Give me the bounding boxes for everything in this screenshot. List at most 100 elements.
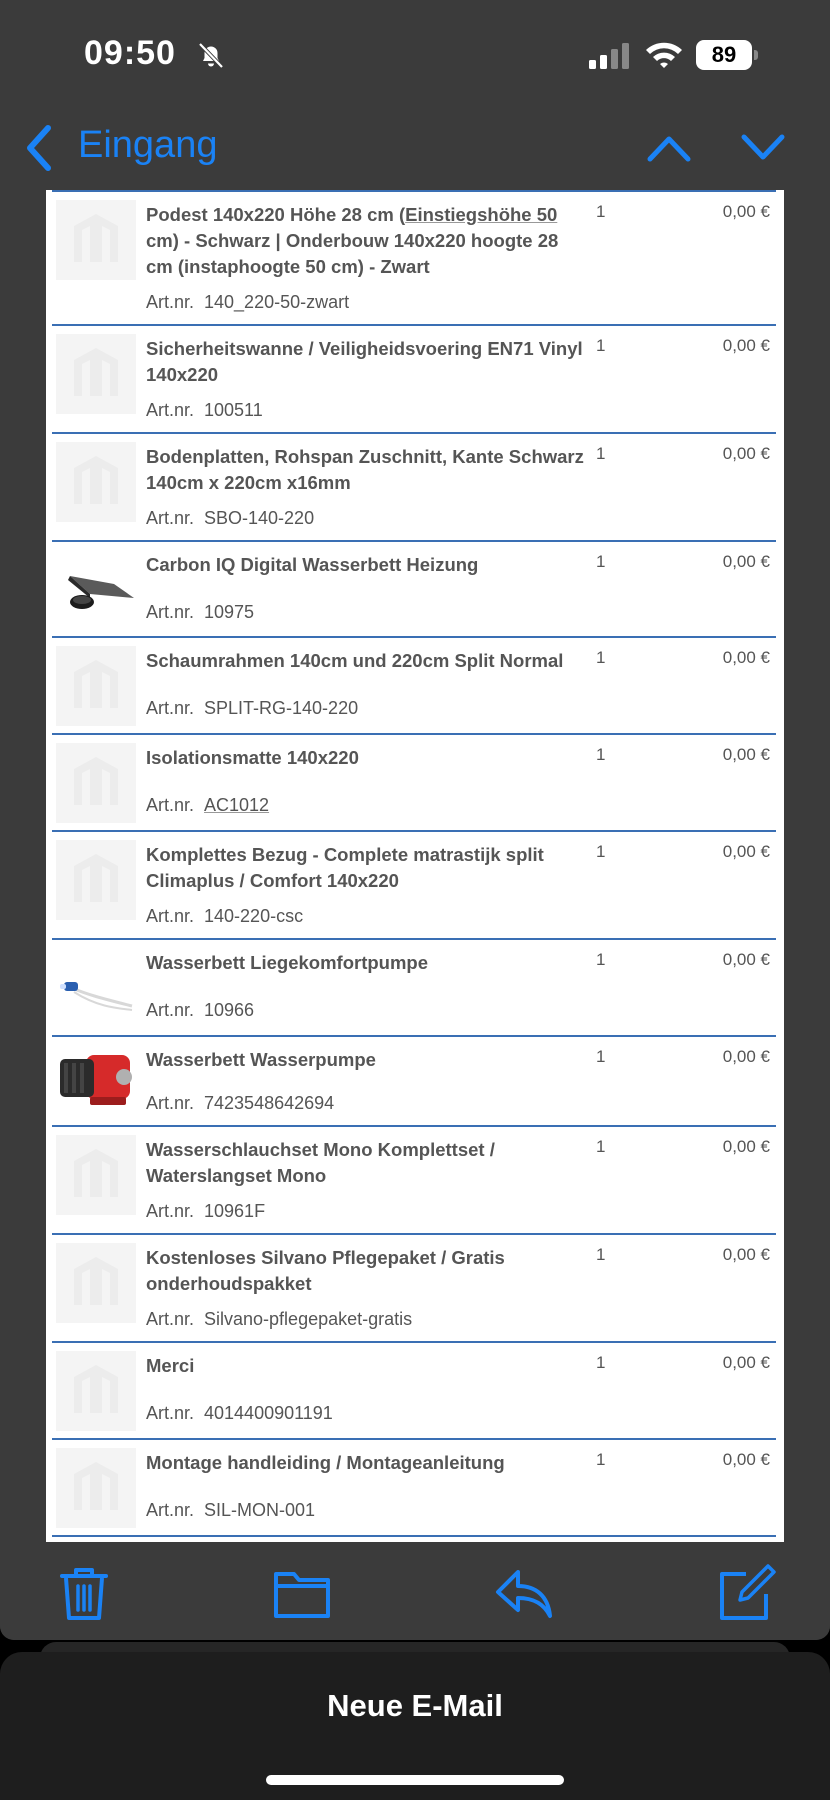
item-price: 0,00 € — [722, 950, 770, 969]
placeholder-logo-icon — [56, 840, 136, 920]
battery-indicator: 89 — [696, 40, 758, 70]
clock: 09:50 — [84, 34, 176, 72]
item-qty: 1 — [596, 745, 606, 764]
item-name: Carbon IQ Digital Wasserbett Heizung — [146, 554, 479, 575]
item-qty: 1 — [596, 1450, 606, 1469]
item-price: 0,00 € — [722, 745, 770, 764]
status-bar: 09:50 89 — [0, 0, 830, 110]
placeholder-logo-icon — [56, 334, 136, 414]
trash-icon[interactable] — [54, 1564, 114, 1622]
item-price: 0,00 € — [722, 1245, 770, 1264]
item-sku: Art.nr. SIL-MON-001 — [146, 1500, 316, 1520]
item-price: 0,00 € — [722, 444, 770, 463]
hand-pump-product-icon — [56, 948, 136, 1028]
placeholder-logo-icon — [56, 646, 136, 726]
item-sku: Art.nr. 100511 — [146, 400, 263, 420]
chevron-up-icon[interactable] — [646, 132, 692, 164]
heater-product-icon — [56, 550, 136, 630]
order-item-row: Kostenloses Silvano Pflegepaket / Gratis… — [52, 1235, 776, 1343]
placeholder-logo-icon — [56, 743, 136, 823]
item-qty: 1 — [596, 950, 606, 969]
placeholder-logo-icon — [56, 1448, 136, 1528]
placeholder-logo-icon — [56, 1135, 136, 1215]
order-item-row: Carbon IQ Digital Wasserbett Heizung Art… — [52, 542, 776, 638]
order-item-row: Montage handleiding / Montageanleitung A… — [52, 1440, 776, 1537]
order-item-row: Podest 140x220 Höhe 28 cm (Einstiegshöhe… — [52, 190, 776, 326]
item-sku: Art.nr. Silvano-pflegepaket-gratis — [146, 1309, 413, 1329]
item-name: Komplettes Bezug - Complete matrastijk s… — [146, 844, 544, 891]
item-name: Podest 140x220 Höhe 28 cm (Einstiegshöhe… — [146, 204, 559, 277]
item-sku: Art.nr. 10966 — [146, 1000, 255, 1020]
item-sku: Art.nr. 4014400901191 — [146, 1403, 333, 1423]
item-qty: 1 — [596, 1137, 606, 1156]
order-item-row: Schaumrahmen 140cm und 220cm Split Norma… — [52, 638, 776, 735]
item-price: 0,00 € — [722, 1047, 770, 1066]
battery-cap — [754, 50, 758, 60]
item-sku: Art.nr. 140_220-50-zwart — [146, 292, 350, 312]
item-qty: 1 — [596, 1353, 606, 1372]
signal-icon — [589, 43, 629, 69]
item-name: Merci — [146, 1355, 195, 1376]
item-sku: Art.nr. SPLIT-RG-140-220 — [146, 698, 359, 718]
item-qty: 1 — [596, 1245, 606, 1264]
item-name: Isolationsmatte 140x220 — [146, 747, 359, 768]
item-name-link[interactable]: Einstiegshöhe 50 — [405, 204, 557, 225]
item-price: 0,00 € — [722, 1353, 770, 1372]
reply-icon[interactable] — [494, 1564, 554, 1622]
item-sku: Art.nr. 10961F — [146, 1201, 266, 1221]
item-sku: Art.nr. 10975 — [146, 602, 255, 622]
item-price: 0,00 € — [722, 202, 770, 221]
item-sku: Art.nr. SBO-140-220 — [146, 508, 315, 528]
item-name: Bodenplatten, Rohspan Zuschnitt, Kante S… — [146, 446, 584, 493]
order-item-row: Wasserbett Wasserpumpe Art.nr. 7423548642… — [52, 1037, 776, 1127]
item-name: Montage handleiding / Montageanleitung — [146, 1452, 505, 1473]
order-item-row: Isolationsmatte 140x220 Art.nr. AC1012 1 … — [52, 735, 776, 832]
wifi-icon — [646, 42, 682, 68]
item-sku: Art.nr. 7423548642694 — [146, 1093, 335, 1113]
item-price: 0,00 € — [722, 1450, 770, 1469]
back-button-inbox[interactable]: Eingang — [78, 124, 217, 167]
item-price: 0,00 € — [722, 1137, 770, 1156]
mail-window: 09:50 89 Eingang Podest 140x220 Höhe 28 … — [0, 0, 830, 1640]
water-pump-product-icon — [56, 1041, 136, 1121]
order-item-row: Merci Art.nr. 4014400901191 1 0,00 € — [52, 1343, 776, 1440]
item-qty: 1 — [596, 842, 606, 861]
item-price: 0,00 € — [722, 336, 770, 355]
order-item-row: Bodenplatten, Rohspan Zuschnitt, Kante S… — [52, 434, 776, 542]
item-name: Wasserschlauchset Mono Komplettset / Wat… — [146, 1139, 495, 1186]
item-qty: 1 — [596, 552, 606, 571]
order-item-row: Sicherheitswanne / Veiligheidsvoering EN… — [52, 326, 776, 434]
navigation-bar: Eingang — [0, 110, 830, 190]
item-name: Sicherheitswanne / Veiligheidsvoering EN… — [146, 338, 583, 385]
order-item-row: Wasserschlauchset Mono Komplettset / Wat… — [52, 1127, 776, 1235]
item-name: Schaumrahmen 140cm und 220cm Split Norma… — [146, 650, 564, 671]
order-item-row: Komplettes Bezug - Complete matrastijk s… — [52, 832, 776, 940]
placeholder-logo-icon — [56, 1351, 136, 1431]
item-sku: Art.nr. AC1012 — [146, 795, 270, 815]
item-qty: 1 — [596, 1047, 606, 1066]
item-qty: 1 — [596, 202, 606, 221]
item-name: Wasserbett Liegekomfortpumpe — [146, 952, 428, 973]
order-item-row: Wasserbett Liegekomfortpumpe Art.nr. 1096… — [52, 940, 776, 1037]
bell-off-icon — [198, 42, 224, 69]
folder-icon[interactable] — [272, 1564, 332, 1622]
chevron-left-icon[interactable] — [22, 122, 56, 174]
item-name: Kostenloses Silvano Pflegepaket / Gratis… — [146, 1247, 505, 1294]
sku-link[interactable]: AC1012 — [204, 795, 269, 815]
battery-level: 89 — [696, 40, 752, 70]
home-indicator[interactable] — [266, 1775, 564, 1785]
email-body[interactable]: Podest 140x220 Höhe 28 cm (Einstiegshöhe… — [46, 190, 784, 1542]
item-qty: 1 — [596, 444, 606, 463]
item-qty: 1 — [596, 336, 606, 355]
item-name: Wasserbett Wasserpumpe — [146, 1049, 376, 1070]
placeholder-logo-icon — [56, 1243, 136, 1323]
new-mail-title[interactable]: Neue E-Mail — [0, 1688, 830, 1724]
placeholder-logo-icon — [56, 442, 136, 522]
item-price: 0,00 € — [722, 648, 770, 667]
item-price: 0,00 € — [722, 842, 770, 861]
placeholder-logo-icon — [56, 200, 136, 280]
item-qty: 1 — [596, 648, 606, 667]
item-sku: Art.nr. 140-220-csc — [146, 906, 304, 926]
compose-icon[interactable] — [716, 1564, 776, 1622]
chevron-down-icon[interactable] — [740, 132, 786, 164]
